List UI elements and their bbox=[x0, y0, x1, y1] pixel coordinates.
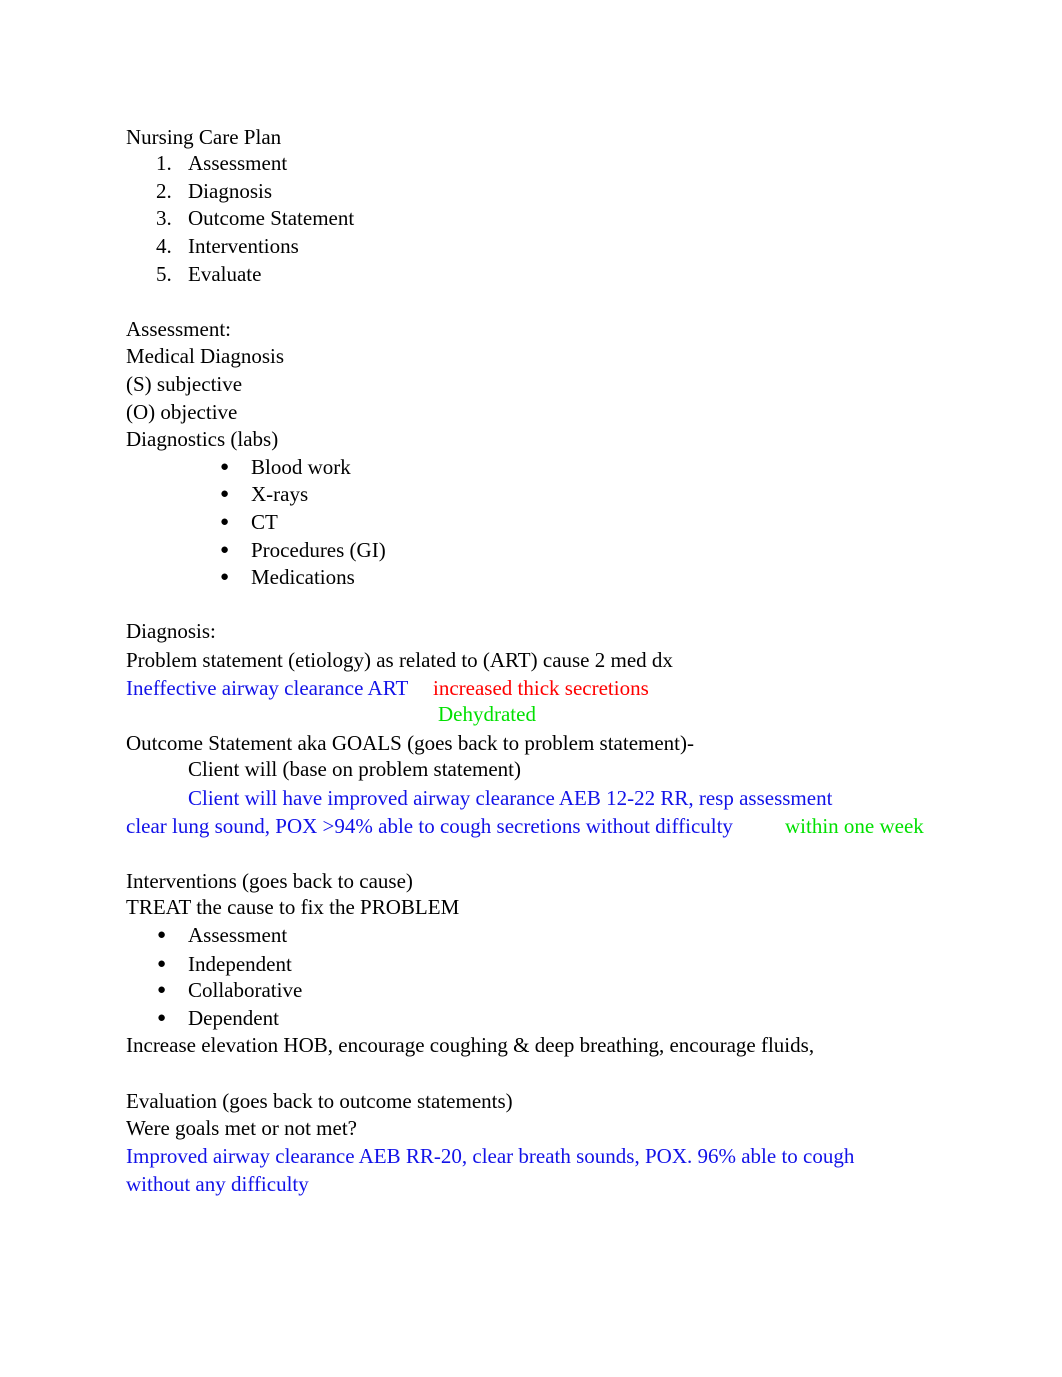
list-number: 5. bbox=[156, 262, 172, 286]
bullet-icon: ● bbox=[157, 1010, 167, 1026]
text-line: TREAT the cause to fix the PROBLEM bbox=[126, 895, 460, 919]
section-heading: Diagnosis: bbox=[126, 619, 216, 643]
cause-text: Dehydrated bbox=[438, 702, 536, 726]
list-item: Evaluate bbox=[188, 262, 262, 286]
list-number: 3. bbox=[156, 206, 172, 230]
bullet-icon: ● bbox=[220, 459, 230, 475]
list-item: Collaborative bbox=[188, 978, 303, 1002]
result-text: Improved airway clearance AEB RR-20, cle… bbox=[126, 1144, 855, 1168]
section-heading: Interventions (goes back to cause) bbox=[126, 869, 413, 893]
bullet-icon: ● bbox=[220, 569, 230, 585]
section-heading: Assessment: bbox=[126, 317, 231, 341]
text-line: Were goals met or not met? bbox=[126, 1116, 357, 1140]
list-item: Assessment bbox=[188, 923, 288, 947]
goal-text: clear lung sound, POX >94% able to cough… bbox=[126, 814, 733, 838]
result-text: without any difficulty bbox=[126, 1172, 309, 1196]
text-line: (O) objective bbox=[126, 400, 238, 424]
bullet-icon: ● bbox=[157, 982, 167, 998]
list-item: Dependent bbox=[188, 1006, 279, 1030]
section-heading: Outcome Statement aka GOALS (goes back t… bbox=[126, 731, 695, 755]
text-line: Diagnostics (labs) bbox=[126, 427, 279, 451]
list-item: Outcome Statement bbox=[188, 206, 355, 230]
bullet-icon: ● bbox=[157, 927, 167, 943]
text-line: Medical Diagnosis bbox=[126, 344, 285, 368]
cause-text: increased thick secretions bbox=[433, 676, 649, 700]
bullet-icon: ● bbox=[157, 956, 167, 972]
bullet-icon: ● bbox=[220, 542, 230, 558]
list-number: 1. bbox=[156, 151, 172, 175]
timeframe-text: within one week bbox=[785, 814, 924, 838]
list-number: 4. bbox=[156, 234, 172, 258]
list-item: CT bbox=[251, 510, 278, 534]
text-line: Increase elevation HOB, encourage coughi… bbox=[126, 1033, 815, 1057]
list-item: Independent bbox=[188, 952, 292, 976]
list-item: Blood work bbox=[251, 455, 351, 479]
problem-statement: Ineffective airway clearance ART bbox=[126, 676, 409, 700]
goal-text: Client will have improved airway clearan… bbox=[188, 786, 833, 810]
list-item: Medications bbox=[251, 565, 355, 589]
list-item: Diagnosis bbox=[188, 179, 272, 203]
list-number: 2. bbox=[156, 179, 172, 203]
list-item: Interventions bbox=[188, 234, 299, 258]
document-title: Nursing Care Plan bbox=[126, 125, 282, 149]
bullet-icon: ● bbox=[220, 514, 230, 530]
text-line: Client will (base on problem statement) bbox=[188, 757, 522, 781]
list-item: Assessment bbox=[188, 151, 288, 175]
bullet-icon: ● bbox=[220, 486, 230, 502]
text-line: (S) subjective bbox=[126, 372, 243, 396]
list-item: X-rays bbox=[251, 482, 309, 506]
text-line: Problem statement (etiology) as related … bbox=[126, 648, 673, 672]
section-heading: Evaluation (goes back to outcome stateme… bbox=[126, 1089, 513, 1113]
list-item: Procedures (GI) bbox=[251, 538, 386, 562]
